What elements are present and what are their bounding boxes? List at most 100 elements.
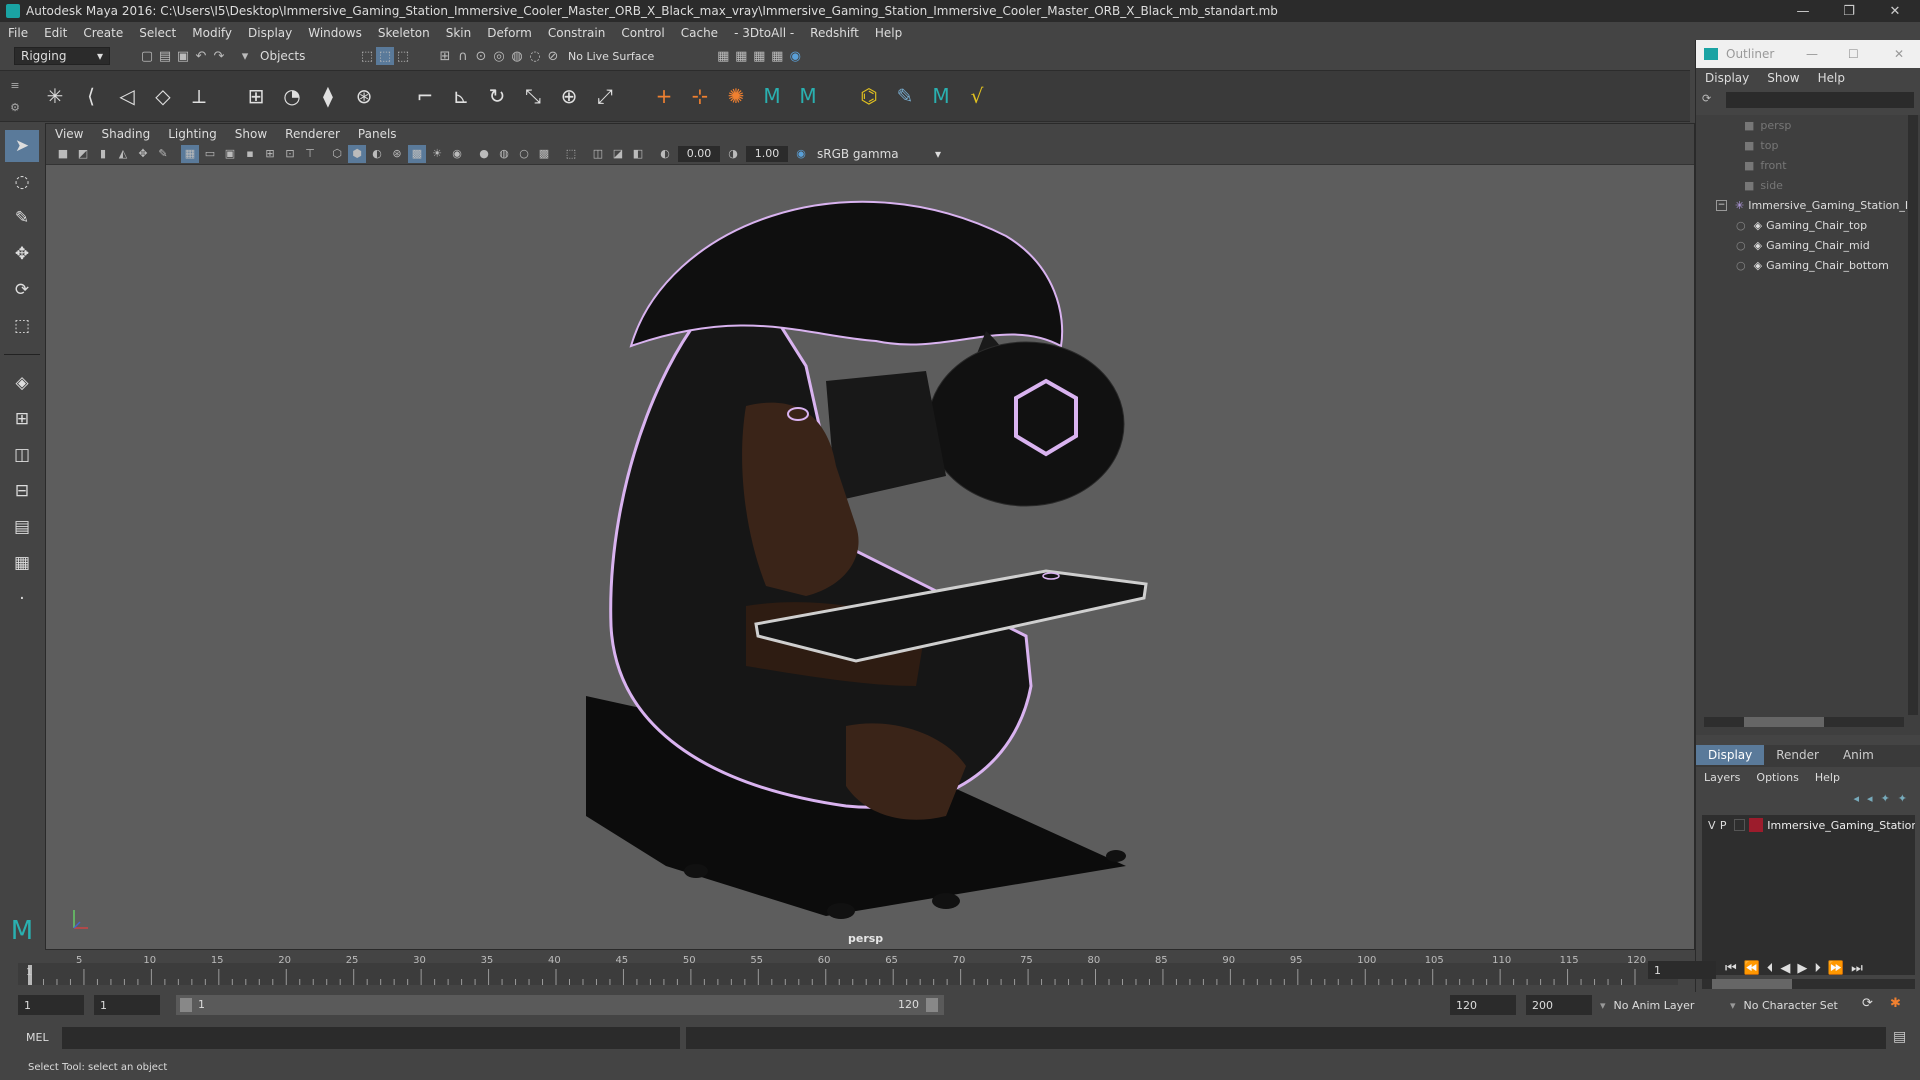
outliner-item-top[interactable]: ■ top xyxy=(1696,135,1920,155)
snap-vertex-icon[interactable]: ◌ xyxy=(526,47,544,65)
pole-vector-icon[interactable]: ⤢ xyxy=(590,81,620,111)
go-to-end-icon[interactable]: ⏭ xyxy=(1851,961,1863,976)
layer-visibility-toggle[interactable]: V xyxy=(1708,819,1720,832)
vp-menu-view[interactable]: View xyxy=(46,127,92,141)
paint-select-icon[interactable]: ✎ xyxy=(5,202,39,234)
menu-redshift[interactable]: Redshift xyxy=(802,26,867,40)
undo-icon[interactable]: ↶ xyxy=(192,47,210,65)
menu-display[interactable]: Display xyxy=(240,26,300,40)
outliner-item-group[interactable]: − ✳ Immersive_Gaming_Station_I xyxy=(1696,195,1920,215)
2d-pan-icon[interactable]: ✥ xyxy=(134,145,152,163)
xray-components-icon[interactable]: ◧ xyxy=(629,145,647,163)
range-start-handle[interactable] xyxy=(180,998,192,1012)
insert-joint-icon[interactable]: ◇ xyxy=(148,81,178,111)
vp-menu-renderer[interactable]: Renderer xyxy=(276,127,349,141)
new-layer-selected-icon[interactable]: ✦ xyxy=(1898,792,1907,805)
minimize-button[interactable]: — xyxy=(1780,0,1826,22)
time-slider[interactable]: 1 5 10 15 20 25 30 35 40 45 50 55 60 65 70 75 80 85 90 95 1… xyxy=(0,951,1863,992)
textured-icon[interactable]: ▩ xyxy=(408,144,426,163)
smooth-shade-icon[interactable]: ⬢ xyxy=(348,144,366,163)
select-hierarchy-icon[interactable]: ⬚ xyxy=(358,47,376,65)
live-surface-label[interactable]: No Live Surface xyxy=(568,50,654,63)
maya-plugin-icon[interactable]: M xyxy=(926,81,956,111)
outliner-item-chair-mid[interactable]: ○ ◈ Gaming_Chair_mid xyxy=(1696,235,1920,255)
render-settings-icon[interactable]: ▦ xyxy=(750,47,768,65)
outliner-search-input[interactable] xyxy=(1726,92,1914,108)
bookmark-icon[interactable]: ▮ xyxy=(94,145,112,163)
xray-icon[interactable]: ◫ xyxy=(589,145,607,163)
character-set-dropdown[interactable]: ▾ No Character Set xyxy=(1730,996,1860,1014)
resolution-gate-icon[interactable]: ▣ xyxy=(221,145,239,163)
hypershade-icon[interactable]: ▦ xyxy=(768,47,786,65)
tab-display[interactable]: Display xyxy=(1696,745,1765,765)
menu-constrain[interactable]: Constrain xyxy=(540,26,614,40)
layer-menu-help[interactable]: Help xyxy=(1807,771,1848,784)
menu-skin[interactable]: Skin xyxy=(438,26,480,40)
script-editor-icon[interactable]: ▤ xyxy=(1893,1029,1906,1045)
layer-color-swatch[interactable] xyxy=(1749,818,1764,832)
save-scene-icon[interactable]: ▣ xyxy=(174,47,192,65)
outliner-minimize-button[interactable]: — xyxy=(1806,47,1818,61)
blendshape-icon[interactable]: ✺ xyxy=(721,81,751,111)
snap-view-icon[interactable]: ◎ xyxy=(490,47,508,65)
outliner-layout-icon[interactable]: ▤ xyxy=(5,511,39,543)
safe-action-icon[interactable]: ⊡ xyxy=(281,145,299,163)
skin-tool-icon[interactable]: ⌬ xyxy=(854,81,884,111)
selection-mask-arrow-icon[interactable]: ▾ xyxy=(236,47,254,65)
layout-options-icon[interactable]: · xyxy=(5,583,39,615)
play-backwards-icon[interactable]: ◀ xyxy=(1780,961,1790,976)
snap-grid-icon[interactable]: ⊞ xyxy=(436,47,454,65)
menu-set-dropdown[interactable]: Rigging ▾ xyxy=(14,47,110,65)
selection-mask-dropdown[interactable]: Objects xyxy=(254,47,344,65)
graph-layout-icon[interactable]: ⊟ xyxy=(5,475,39,507)
outliner-close-button[interactable]: ✕ xyxy=(1894,47,1904,61)
collapse-icon[interactable]: − xyxy=(1716,199,1727,211)
field-chart-icon[interactable]: ⊞ xyxy=(261,145,279,163)
use-all-lights-icon[interactable]: ☀ xyxy=(428,145,446,163)
scrollbar-thumb[interactable] xyxy=(1712,979,1792,989)
vp-menu-show[interactable]: Show xyxy=(226,127,276,141)
grease-pencil-icon[interactable]: ✎ xyxy=(154,145,172,163)
screen-space-ao-icon[interactable]: ● xyxy=(475,145,493,163)
current-frame-field[interactable]: 1 xyxy=(1648,961,1716,979)
scene-start-field[interactable]: 1 xyxy=(18,995,84,1015)
bind-skin-icon[interactable]: ⊞ xyxy=(241,81,271,111)
lattice-icon[interactable]: ⧫ xyxy=(313,81,343,111)
outliner-vertical-scrollbar[interactable] xyxy=(1908,115,1918,715)
check-tool-icon[interactable]: √ xyxy=(962,81,992,111)
go-to-start-icon[interactable]: ⏮ xyxy=(1725,961,1737,976)
multisample-icon[interactable]: ○ xyxy=(515,145,533,163)
new-scene-icon[interactable]: ▢ xyxy=(138,47,156,65)
menu-windows[interactable]: Windows xyxy=(300,26,370,40)
scrollbar-thumb[interactable] xyxy=(1744,717,1824,727)
redo-icon[interactable]: ↷ xyxy=(210,47,228,65)
outliner-menu-help[interactable]: Help xyxy=(1809,71,1854,85)
menu-3dtoall[interactable]: - 3DtoAll - xyxy=(726,26,802,40)
layer-menu-layers[interactable]: Layers xyxy=(1696,771,1748,784)
snap-curve-icon[interactable]: ∩ xyxy=(454,47,472,65)
isolate-select-icon[interactable]: ⬚ xyxy=(562,145,580,163)
aim-constraint-icon[interactable]: ⊾ xyxy=(446,81,476,111)
outliner-item-front[interactable]: ■ front xyxy=(1696,155,1920,175)
rotate-tool-icon[interactable]: ⟳ xyxy=(5,274,39,306)
range-slider[interactable]: 1 120 xyxy=(176,995,944,1015)
open-scene-icon[interactable]: ▤ xyxy=(156,47,174,65)
gamma-icon[interactable]: ◑ xyxy=(724,145,742,163)
locator-icon[interactable]: + xyxy=(649,81,679,111)
render-frame-icon[interactable]: ▦ xyxy=(714,47,732,65)
brush-tool-icon[interactable]: ✎ xyxy=(890,81,920,111)
scene-end-field[interactable]: 200 xyxy=(1526,995,1592,1015)
select-component-icon[interactable]: ⬚ xyxy=(394,47,412,65)
menu-edit[interactable]: Edit xyxy=(36,26,75,40)
playback-end-field[interactable]: 120 xyxy=(1450,995,1516,1015)
persp-viewport[interactable]: View Shading Lighting Show Renderer Pane… xyxy=(45,123,1695,950)
outliner-item-chair-bottom[interactable]: ○ ◈ Gaming_Chair_bottom xyxy=(1696,255,1920,275)
ik-spline-icon[interactable]: ◁ xyxy=(112,81,142,111)
outliner-filter-icon[interactable]: ⟳ xyxy=(1702,92,1718,108)
mirror-joint-icon[interactable]: ⟂ xyxy=(184,81,214,111)
exposure-field[interactable]: 0.00 xyxy=(678,145,720,162)
orient-constraint-icon[interactable]: ↻ xyxy=(482,81,512,111)
gate-mask-icon[interactable]: ▪ xyxy=(241,145,259,163)
image-plane-icon[interactable]: ◭ xyxy=(114,145,132,163)
close-button[interactable]: ✕ xyxy=(1872,0,1918,22)
